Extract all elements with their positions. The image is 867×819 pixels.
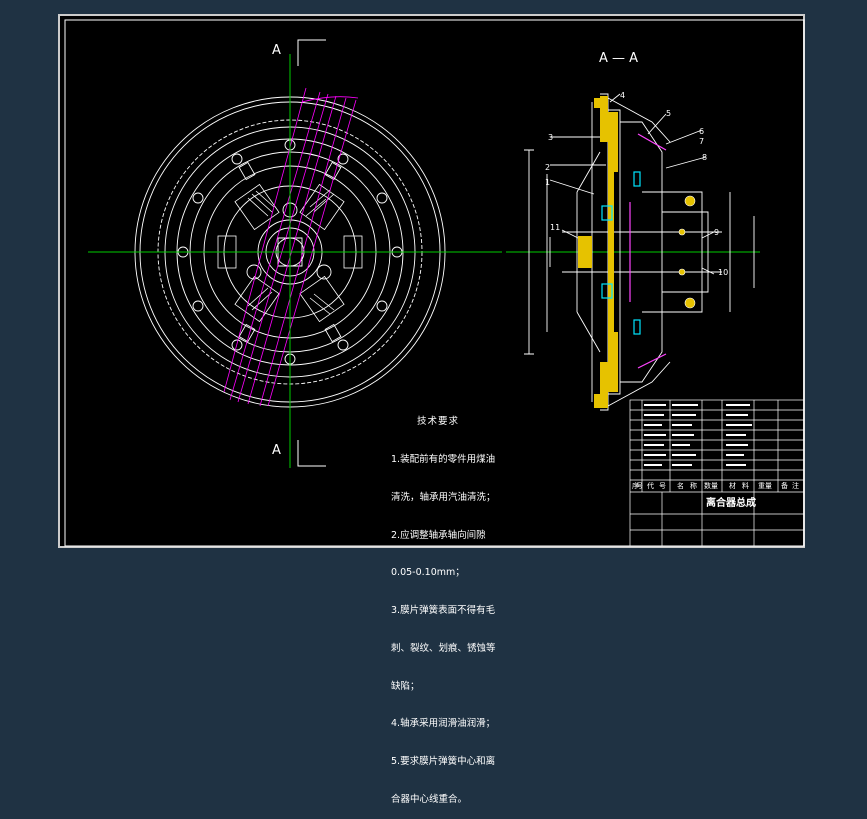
svg-text:号: 号 [659,482,666,490]
drawing-sheet: A A A — A 1 2 3 4 5 6 7 8 9 10 11 序 号 代 … [58,14,805,805]
part-number-8: 8 [702,153,707,162]
part-number-11: 11 [550,223,560,232]
drawing-title: 离合器总成 [706,496,756,509]
tech-req-line-6: 刺、裂纹、划痕、锈蚀等 [391,642,496,654]
tech-req-line-5: 3.膜片弹簧表面不得有毛 [391,605,496,617]
tech-req-line-2: 清洗，轴承用汽油清洗； [391,491,496,503]
tech-req-line-8: 4.轴承采用润滑油润滑； [391,718,496,730]
svg-text:备: 备 [781,481,788,490]
tech-requirements-title: 技术要求 [417,416,460,428]
svg-text:号: 号 [636,482,643,490]
part-number-3: 3 [548,133,553,142]
part-numbers: 1 2 3 4 5 6 7 8 9 10 11 [545,91,728,277]
svg-text:重量: 重量 [758,482,772,490]
title-block-header: 序 号 代 号 名 称 数量 材 料 重量 备 注 [632,481,799,490]
svg-text:称: 称 [690,481,697,490]
tech-req-line-7: 缺陷； [391,680,420,692]
svg-text:代: 代 [647,481,654,490]
section-title: A — A [599,51,638,66]
tech-req-line-9: 5.要求膜片弹簧中心和离 [391,756,496,768]
title-block-cells [644,404,752,466]
svg-text:名: 名 [677,481,684,490]
svg-text:材: 材 [729,481,736,490]
part-number-6: 6 [699,127,704,136]
part-number-2: 2 [545,163,550,172]
tech-req-line-4: 0.05-0.10mm； [391,567,465,579]
tech-requirements: 技术要求 1.装配前有的零件用煤油 清洗，轴承用汽油清洗； 2.应调整轴承轴向间… [391,391,591,819]
tech-req-line-1: 1.装配前有的零件用煤油 [391,453,496,465]
svg-text:注: 注 [792,481,799,490]
part-number-4: 4 [620,91,625,100]
part-number-10: 10 [718,268,728,277]
part-number-5: 5 [666,109,671,118]
part-number-9: 9 [714,228,719,237]
section-mark-a-top: A [272,43,281,58]
svg-text:数量: 数量 [704,481,718,490]
tech-req-line-10: 合器中心线重合。 [391,794,468,805]
part-number-1: 1 [545,178,550,187]
title-block [629,399,805,547]
part-number-7: 7 [699,137,704,146]
svg-text:料: 料 [742,481,749,490]
tech-req-line-3: 2.应调整轴承轴向间隙 [391,529,486,541]
section-mark-a-bottom: A [272,443,281,458]
